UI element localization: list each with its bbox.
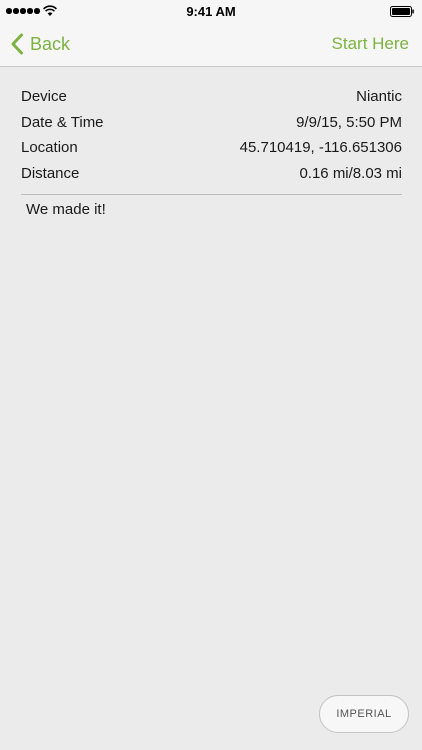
detail-label: Distance	[21, 164, 80, 182]
detail-label: Date & Time	[21, 113, 104, 131]
back-button[interactable]: Back	[10, 22, 70, 66]
start-here-button[interactable]: Start Here	[332, 22, 409, 66]
detail-row-date-time: Date & Time 9/9/15, 5:50 PM	[21, 110, 402, 136]
detail-label: Device	[21, 88, 67, 106]
divider	[21, 194, 402, 195]
chevron-left-icon	[11, 33, 23, 55]
nav-bar: Back Start Here	[0, 22, 422, 67]
battery-icon	[390, 6, 414, 17]
detail-label: Location	[21, 139, 78, 157]
imperial-units-button[interactable]: IMPERIAL	[319, 695, 409, 733]
back-label: Back	[30, 33, 71, 54]
detail-row-device: Device Niantic	[21, 84, 402, 110]
detail-value: 0.16 mi/8.03 mi	[299, 164, 402, 182]
detail-row-location: Location 45.710419, -116.651306	[21, 135, 402, 161]
detail-row-distance: Distance 0.16 mi/8.03 mi	[21, 161, 402, 187]
detail-value: Niantic	[356, 88, 402, 106]
status-time: 9:41 AM	[186, 4, 236, 19]
details-list: Device Niantic Date & Time 9/9/15, 5:50 …	[21, 84, 402, 186]
detail-value: 45.710419, -116.651306	[239, 139, 402, 157]
note-text: We made it!	[26, 201, 106, 218]
status-bar: 9:41 AM	[0, 0, 422, 22]
detail-value: 9/9/15, 5:50 PM	[296, 113, 402, 131]
